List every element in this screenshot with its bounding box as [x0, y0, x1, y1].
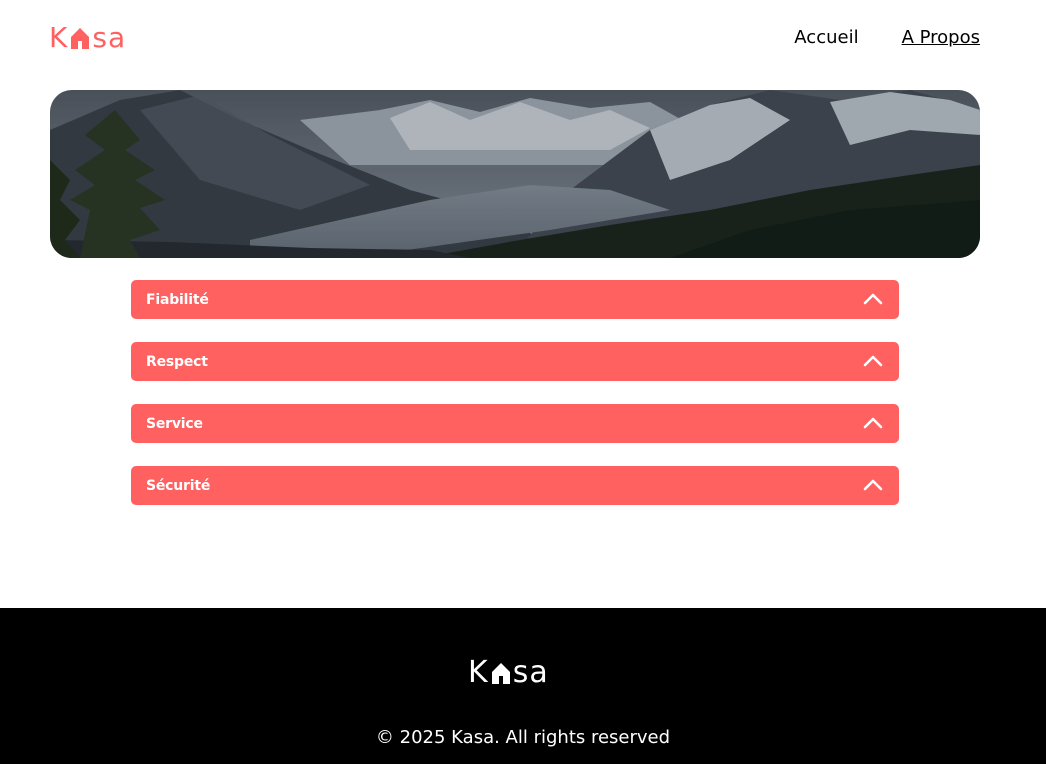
logo-letters-sa: sa [92, 21, 127, 54]
collapse-title: Service [146, 415, 203, 432]
logo-letter-k: K [49, 21, 69, 54]
chevron-up-icon[interactable] [863, 290, 883, 308]
nav-link-accueil[interactable]: Accueil [794, 26, 858, 50]
mountain-landscape-image [50, 90, 980, 258]
chevron-up-icon[interactable] [863, 352, 883, 370]
footer-kasa-logo: K sa [468, 656, 549, 690]
logo-letters-sa: sa [512, 655, 549, 690]
collapse-respect[interactable]: Respect [131, 342, 899, 381]
values-collapse-list: Fiabilité Respect Service Sécurité [131, 280, 899, 528]
site-footer: K sa © 2025 Kasa. All rights reserved [0, 608, 1046, 764]
main-nav: Accueil A Propos [794, 26, 980, 50]
copyright-text: © 2025 Kasa. All rights reserved [375, 727, 671, 748]
collapse-title: Fiabilité [146, 291, 209, 308]
house-icon [69, 26, 91, 50]
chevron-up-icon[interactable] [863, 476, 883, 494]
collapse-service[interactable]: Service [131, 404, 899, 443]
kasa-logo[interactable]: K sa [49, 22, 126, 54]
collapse-fiabilite[interactable]: Fiabilité [131, 280, 899, 319]
logo-letter-k: K [468, 655, 489, 690]
collapse-title: Sécurité [146, 477, 211, 494]
nav-link-a-propos[interactable]: A Propos [902, 26, 980, 50]
about-banner [50, 90, 980, 258]
chevron-up-icon[interactable] [863, 414, 883, 432]
site-header: K sa Accueil A Propos [0, 0, 1046, 78]
collapse-securite[interactable]: Sécurité [131, 466, 899, 505]
collapse-title: Respect [146, 353, 208, 370]
house-icon [490, 661, 512, 685]
